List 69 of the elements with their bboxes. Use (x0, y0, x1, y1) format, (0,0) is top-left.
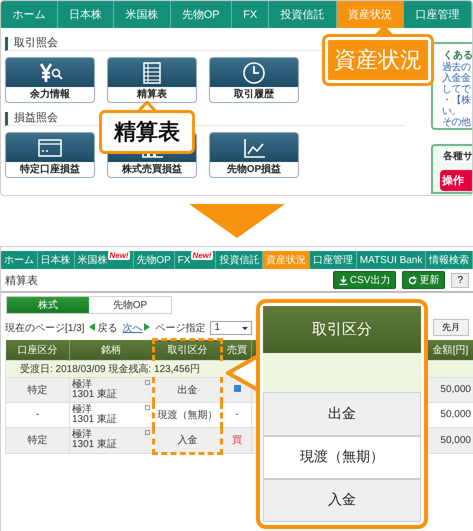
faq-link[interactable]: い。 (442, 106, 472, 117)
download-icon (338, 276, 348, 284)
table-cell: 入金 (263, 478, 421, 522)
table-cell: - (6, 402, 70, 427)
column-header: 銘柄 (70, 340, 154, 360)
menu-tile[interactable]: 余力情報 (5, 57, 95, 103)
faq-link[interactable]: 過去の (442, 62, 472, 73)
table-cell: 特定 (6, 377, 70, 402)
table-cell: 出金 (263, 392, 421, 436)
nav-tab[interactable]: ホーム (1, 251, 38, 269)
page-select-label: ページ指定 (155, 322, 206, 334)
nav-tab[interactable]: 情報検索 (426, 251, 473, 269)
menu-tile[interactable]: 先物OP損益 (209, 132, 299, 178)
page-title: 精算表 (5, 274, 38, 288)
callout-tooltip: 資産状況 (325, 37, 431, 83)
table-cell: 50,000 (428, 377, 473, 402)
page-select[interactable]: 1 (210, 320, 252, 334)
column-header: 取引区分 (263, 306, 421, 354)
refresh-button[interactable]: 更新 (402, 271, 446, 289)
faq-link[interactable]: 入金金 (442, 73, 472, 84)
trade-side: 買 (232, 435, 242, 446)
nav-tab[interactable]: 口座管理 (404, 1, 472, 28)
new-label: New! (108, 251, 130, 260)
column-header: 取引区分 (154, 340, 222, 360)
yen-search-icon (37, 60, 63, 84)
nav-tab[interactable]: 先物OP (134, 251, 175, 269)
column-header: 売買 (222, 340, 252, 360)
table-cell: 現渡（無期） (263, 436, 421, 479)
nav-tab[interactable]: FX (232, 1, 270, 28)
table-cell: 50,000 (428, 427, 473, 453)
tab[interactable]: 株式 (7, 297, 89, 313)
menu-tile[interactable]: 取引履歴 (209, 57, 299, 103)
refresh-icon (408, 276, 418, 284)
next-link[interactable]: 次へ (122, 320, 150, 334)
column-header: 口座区分 (6, 340, 70, 360)
trade-side: - (235, 409, 239, 420)
csv-export-button[interactable]: CSV出力 (332, 271, 396, 289)
table-cell: 極洋 1301 東証 (70, 402, 154, 427)
nav-tab[interactable]: ホーム (1, 1, 58, 28)
faq-link[interactable]: ・【株 (442, 95, 472, 106)
table-cell: 入金 (154, 427, 222, 453)
menu-tile[interactable]: 特定口座損益 (5, 132, 95, 178)
table-cell: 極洋 1301 東証 (70, 377, 154, 402)
table-cell: 特定 (6, 427, 70, 453)
faq-link[interactable]: してで (442, 84, 472, 95)
window-icon (145, 428, 151, 434)
support-heading: 各種サ (440, 149, 472, 163)
nav-tab[interactable]: 日本株 (38, 251, 75, 269)
down-arrow-icon (188, 204, 284, 238)
faq-heading: くある (443, 49, 472, 62)
nav-tab[interactable]: 日本株 (58, 1, 114, 28)
menu-tile[interactable]: 精算表 (107, 57, 197, 103)
nav-tab[interactable]: 先物OP (170, 1, 232, 28)
window-icon (145, 404, 151, 410)
table-cell: 出金 (154, 377, 222, 402)
new-label: New! (191, 251, 213, 260)
prev-link[interactable]: 戻る (89, 320, 118, 334)
last-month-button[interactable]: 先月 (433, 319, 469, 336)
table-cell: 極洋 1301 東証 (70, 427, 154, 453)
faq-link[interactable]: その他 (442, 117, 472, 128)
guide-button[interactable]: 操作 (440, 170, 472, 191)
nav-tab[interactable]: 口座管理 (310, 251, 357, 269)
nav-tab[interactable]: MATSUI Bank (356, 251, 426, 269)
help-button[interactable]: ? (451, 272, 469, 288)
column-header: 金額[円] (428, 340, 473, 360)
nav-tab[interactable]: 米国株 (114, 1, 170, 28)
page-indicator: 現在のページ[1/3] (5, 322, 84, 334)
clock-icon (241, 60, 267, 84)
window-icon (145, 378, 151, 384)
